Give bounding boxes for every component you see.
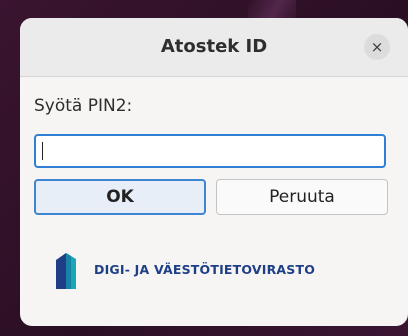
dvv-logo: DIGI- JA VÄESTÖTIETOVIRASTO (52, 250, 372, 290)
cancel-button[interactable]: Peruuta (216, 179, 388, 215)
pin-label: Syötä PIN2: (34, 96, 133, 116)
ok-button[interactable]: OK (34, 179, 206, 215)
text-caret (42, 142, 43, 160)
pin-dialog: Atostek ID × Syötä PIN2: OK Peruuta DIGI… (20, 18, 408, 326)
logo-text: DIGI- JA VÄESTÖTIETOVIRASTO (94, 262, 316, 277)
dvv-logo-icon (56, 253, 76, 289)
close-icon: × (370, 38, 384, 56)
close-button[interactable]: × (364, 34, 390, 60)
dialog-title: Atostek ID (160, 36, 268, 57)
dialog-titlebar: Atostek ID × (20, 18, 408, 77)
pin-input[interactable] (34, 134, 386, 168)
